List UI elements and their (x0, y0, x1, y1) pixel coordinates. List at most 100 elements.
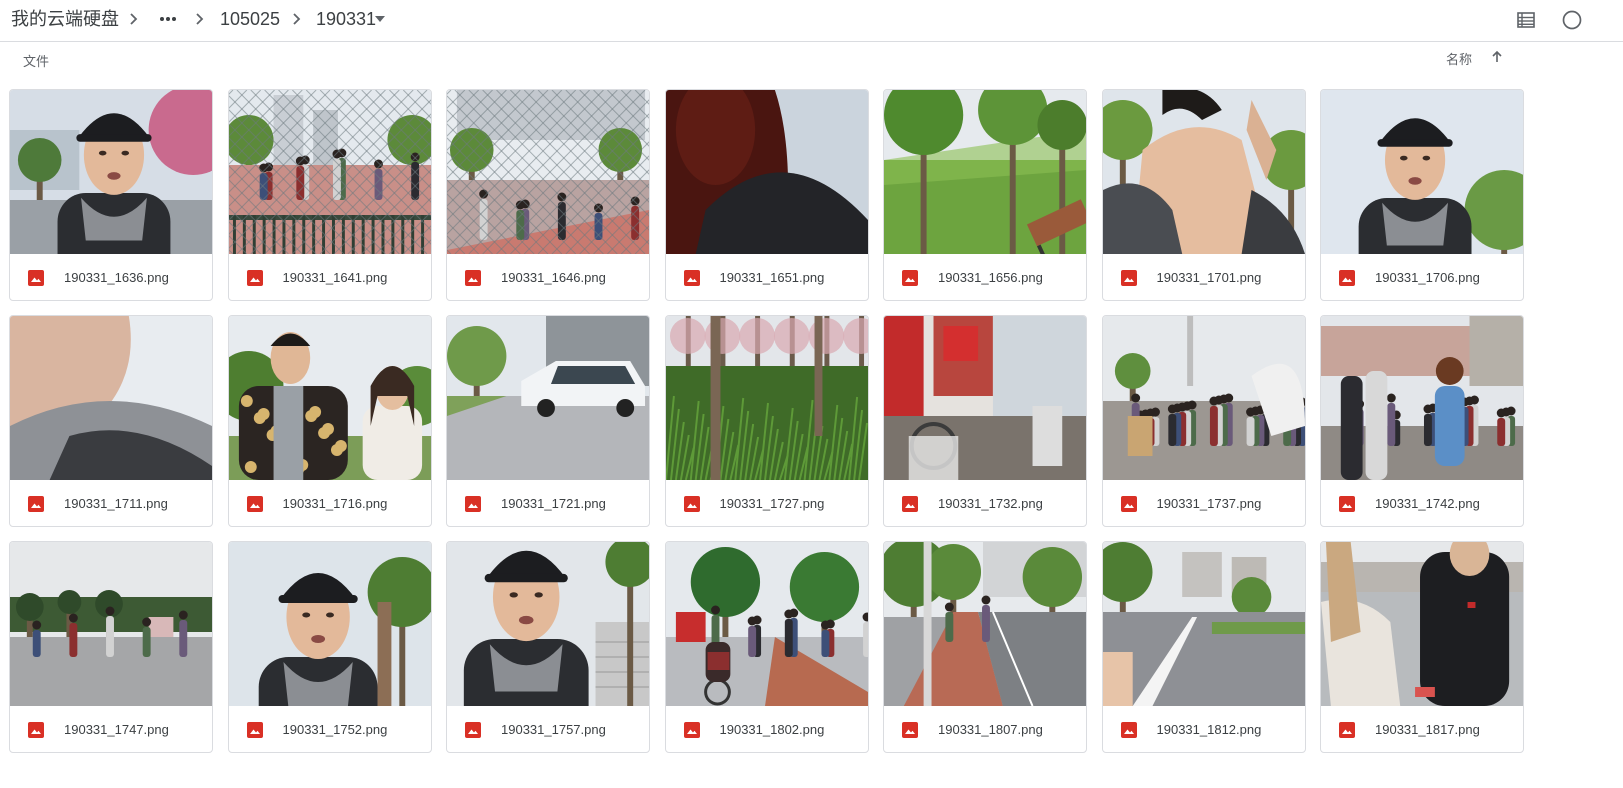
file-thumbnail[interactable] (884, 90, 1086, 254)
image-file-icon (465, 722, 481, 738)
file-card[interactable]: 190331_1701.png (1101, 89, 1306, 301)
image-file-icon (28, 722, 44, 738)
file-name: 190331_1727.png (719, 496, 825, 511)
file-card[interactable]: 190331_1752.png (227, 541, 432, 753)
file-card[interactable]: 190331_1807.png (883, 541, 1087, 753)
file-name-row: 190331_1732.png (884, 480, 1086, 526)
sort-by-name-button[interactable]: 名称 (1446, 49, 1472, 68)
file-thumbnail[interactable] (1321, 316, 1523, 480)
file-name-row: 190331_1716.png (229, 480, 431, 526)
file-thumbnail[interactable] (10, 542, 212, 706)
file-name-row: 190331_1711.png (10, 480, 212, 526)
file-card[interactable]: 190331_1646.png (446, 89, 650, 301)
file-card[interactable]: 190331_1641.png (227, 89, 432, 301)
file-name: 190331_1812.png (1156, 722, 1262, 737)
file-name: 190331_1742.png (1375, 496, 1480, 511)
file-name: 190331_1721.png (501, 496, 606, 511)
file-name: 190331_1807.png (938, 722, 1043, 737)
file-thumbnail[interactable] (10, 90, 212, 254)
breadcrumb-parent[interactable]: 105025 (220, 8, 280, 30)
file-thumbnail[interactable] (228, 542, 431, 706)
image-file-icon (1120, 270, 1137, 286)
file-name-row: 190331_1646.png (447, 254, 649, 300)
file-name-row: 190331_1812.png (1103, 706, 1305, 752)
more-horizontal-icon[interactable] (158, 11, 178, 27)
file-name-row: 190331_1656.png (884, 254, 1086, 300)
file-thumbnail[interactable] (447, 542, 649, 706)
file-thumbnail[interactable] (10, 316, 212, 480)
file-name: 190331_1802.png (719, 722, 825, 737)
file-card[interactable]: 190331_1721.png (446, 315, 650, 527)
file-thumbnail[interactable] (1102, 316, 1305, 480)
image-file-icon (683, 722, 700, 738)
file-thumbnail[interactable] (1321, 90, 1523, 254)
file-card[interactable]: 190331_1656.png (883, 89, 1087, 301)
file-name: 190331_1701.png (1156, 270, 1262, 285)
file-name: 190331_1711.png (64, 496, 168, 511)
file-thumbnail[interactable] (665, 90, 868, 254)
image-file-icon (683, 496, 700, 512)
file-name-row: 190331_1701.png (1103, 254, 1305, 300)
file-thumbnail[interactable] (1321, 542, 1523, 706)
file-name-row: 190331_1641.png (229, 254, 431, 300)
file-name-row: 190331_1742.png (1321, 480, 1523, 526)
file-card[interactable]: 190331_1732.png (883, 315, 1087, 527)
list-view-icon[interactable] (1516, 10, 1536, 30)
file-thumbnail[interactable] (1102, 542, 1305, 706)
file-thumbnail[interactable] (665, 316, 868, 480)
file-grid: 190331_1636.png 190331_1641.png 190331_164… (9, 89, 1524, 753)
file-thumbnail[interactable] (228, 90, 431, 254)
file-card[interactable]: 190331_1757.png (446, 541, 650, 753)
file-card[interactable]: 190331_1817.png (1320, 541, 1524, 753)
arrow-up-icon[interactable] (1489, 49, 1505, 65)
image-file-icon (1339, 722, 1355, 738)
file-card[interactable]: 190331_1711.png (9, 315, 213, 527)
file-name-row: 190331_1752.png (229, 706, 431, 752)
file-name: 190331_1747.png (64, 722, 169, 737)
file-card[interactable]: 190331_1737.png (1101, 315, 1306, 527)
file-thumbnail[interactable] (1102, 90, 1305, 254)
image-file-icon (246, 722, 263, 738)
file-thumbnail[interactable] (884, 316, 1086, 480)
file-name: 190331_1817.png (1375, 722, 1480, 737)
file-name: 190331_1752.png (282, 722, 388, 737)
image-file-icon (1339, 270, 1355, 286)
file-thumbnail[interactable] (665, 542, 868, 706)
image-file-icon (465, 270, 481, 286)
section-label-files: 文件 (23, 54, 50, 69)
file-thumbnail[interactable] (447, 316, 649, 480)
file-thumbnail[interactable] (228, 316, 431, 480)
breadcrumb-root[interactable]: 我的云端硬盘 (11, 8, 119, 30)
header-bar: 我的云端硬盘 105025 190331 (0, 0, 1623, 42)
file-name-row: 190331_1817.png (1321, 706, 1523, 752)
image-file-icon (902, 270, 918, 286)
file-card[interactable]: 190331_1742.png (1320, 315, 1524, 527)
dropdown-arrow-icon[interactable] (374, 14, 386, 24)
file-card[interactable]: 190331_1716.png (227, 315, 432, 527)
breadcrumb-current[interactable]: 190331 (316, 8, 376, 30)
file-card[interactable]: 190331_1706.png (1320, 89, 1524, 301)
image-file-icon (683, 270, 700, 286)
file-card[interactable]: 190331_1727.png (664, 315, 869, 527)
file-name: 190331_1641.png (282, 270, 388, 285)
image-file-icon (28, 496, 44, 512)
file-card[interactable]: 190331_1747.png (9, 541, 213, 753)
file-card[interactable]: 190331_1812.png (1101, 541, 1306, 753)
image-file-icon (902, 722, 918, 738)
image-file-icon (902, 496, 918, 512)
image-file-icon (1339, 496, 1355, 512)
file-card[interactable]: 190331_1636.png (9, 89, 213, 301)
file-card[interactable]: 190331_1802.png (664, 541, 869, 753)
file-name-row: 190331_1721.png (447, 480, 649, 526)
file-thumbnail[interactable] (884, 542, 1086, 706)
file-card[interactable]: 190331_1651.png (664, 89, 869, 301)
file-name-row: 190331_1747.png (10, 706, 212, 752)
file-thumbnail[interactable] (447, 90, 649, 254)
file-name: 190331_1757.png (501, 722, 606, 737)
image-file-icon (246, 496, 263, 512)
info-icon[interactable] (1561, 9, 1583, 31)
file-name: 190331_1651.png (719, 270, 825, 285)
file-name: 190331_1646.png (501, 270, 606, 285)
file-name: 190331_1706.png (1375, 270, 1480, 285)
file-name-row: 190331_1651.png (666, 254, 868, 300)
